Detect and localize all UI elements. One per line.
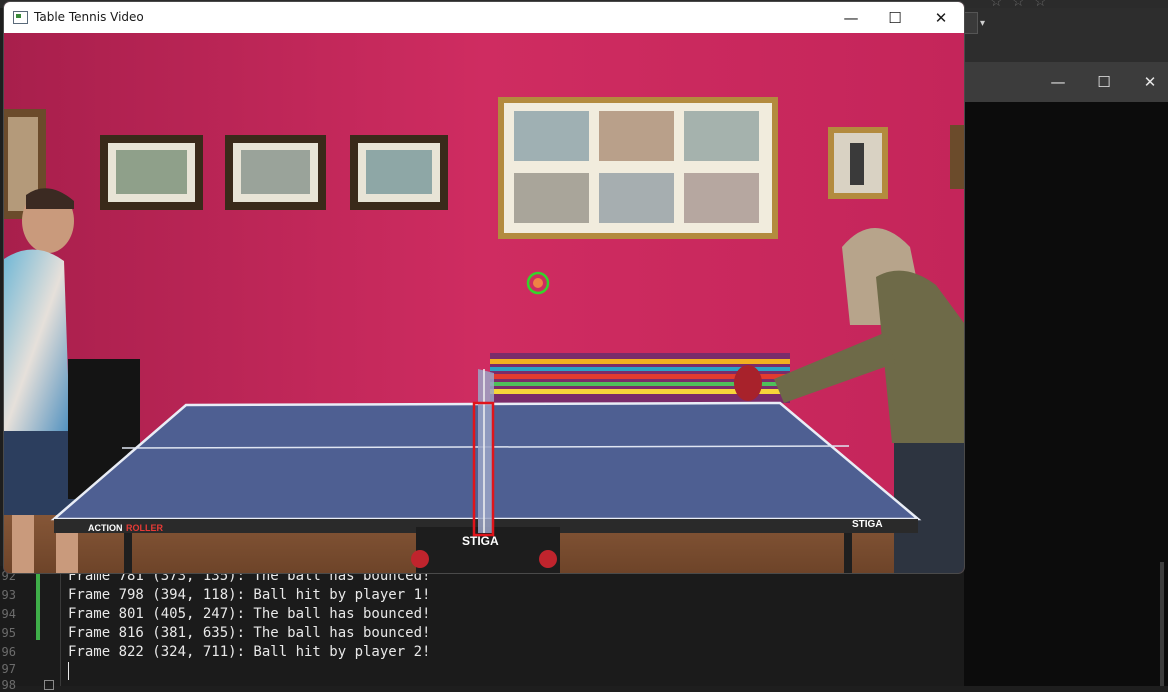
background-scrollbar[interactable]	[1160, 562, 1164, 686]
background-toolbar	[964, 8, 1168, 62]
output-line: Frame 801 (405, 247): The ball has bounc…	[68, 606, 431, 622]
modified-lines-indicator	[36, 568, 40, 640]
window-title: Table Tennis Video	[34, 10, 144, 24]
gutter-divider	[60, 566, 61, 686]
background-close-button[interactable]: ✕	[1127, 62, 1168, 102]
brand-label-accent: ROLLER	[126, 523, 163, 533]
output-line: Frame 816 (381, 635): The ball has bounc…	[68, 625, 431, 641]
output-line: Frame 822 (324, 711): Ball hit by player…	[68, 644, 431, 660]
window-titlebar[interactable]: Table Tennis Video — ☐ ✕	[4, 2, 964, 33]
minimize-button[interactable]: —	[828, 2, 874, 33]
star-icon: ☆	[990, 0, 1003, 10]
background-minimize-button[interactable]: —	[1035, 62, 1081, 102]
video-frame[interactable]: ACTION ROLLER STIGA STIGA	[4, 33, 964, 573]
background-dropdown[interactable]	[964, 12, 978, 34]
background-maximize-button[interactable]: ☐	[1081, 62, 1127, 102]
line-number: 97	[1, 662, 16, 676]
picture-frame	[350, 135, 448, 210]
video-window[interactable]: Table Tennis Video — ☐ ✕ ACTION ROLLER S…	[4, 2, 964, 573]
brand-label: STIGA	[852, 519, 883, 530]
line-number: 96	[1, 645, 16, 659]
ball	[533, 278, 543, 288]
text-cursor	[68, 662, 69, 680]
brand-label: ACTION	[88, 523, 123, 533]
star-icon: ☆	[1012, 0, 1025, 10]
line-number: 93	[1, 588, 16, 602]
close-button[interactable]: ✕	[918, 2, 964, 33]
background-window-body	[964, 102, 1168, 686]
terminal-output[interactable]: 92 93 94 95 96 97 98 Frame 781 (373, 135…	[0, 566, 964, 692]
line-number-gutter: 92 93 94 95 96 97 98	[0, 566, 30, 692]
picture-frame	[828, 127, 888, 199]
picture-frame	[498, 97, 778, 239]
output-line: Frame 798 (394, 118): Ball hit by player…	[68, 587, 431, 603]
line-number: 95	[1, 626, 16, 640]
line-number: 94	[1, 607, 16, 621]
chevron-down-icon[interactable]: ▾	[980, 18, 985, 29]
picture-frame	[950, 125, 964, 189]
maximize-button[interactable]: ☐	[872, 2, 918, 33]
table-net	[478, 369, 494, 533]
picture-frame	[225, 135, 326, 210]
picture-frame	[100, 135, 203, 210]
app-icon	[13, 11, 28, 24]
star-icon: ☆	[1034, 0, 1047, 10]
line-number: 98	[1, 678, 16, 692]
fold-icon[interactable]	[44, 680, 54, 690]
